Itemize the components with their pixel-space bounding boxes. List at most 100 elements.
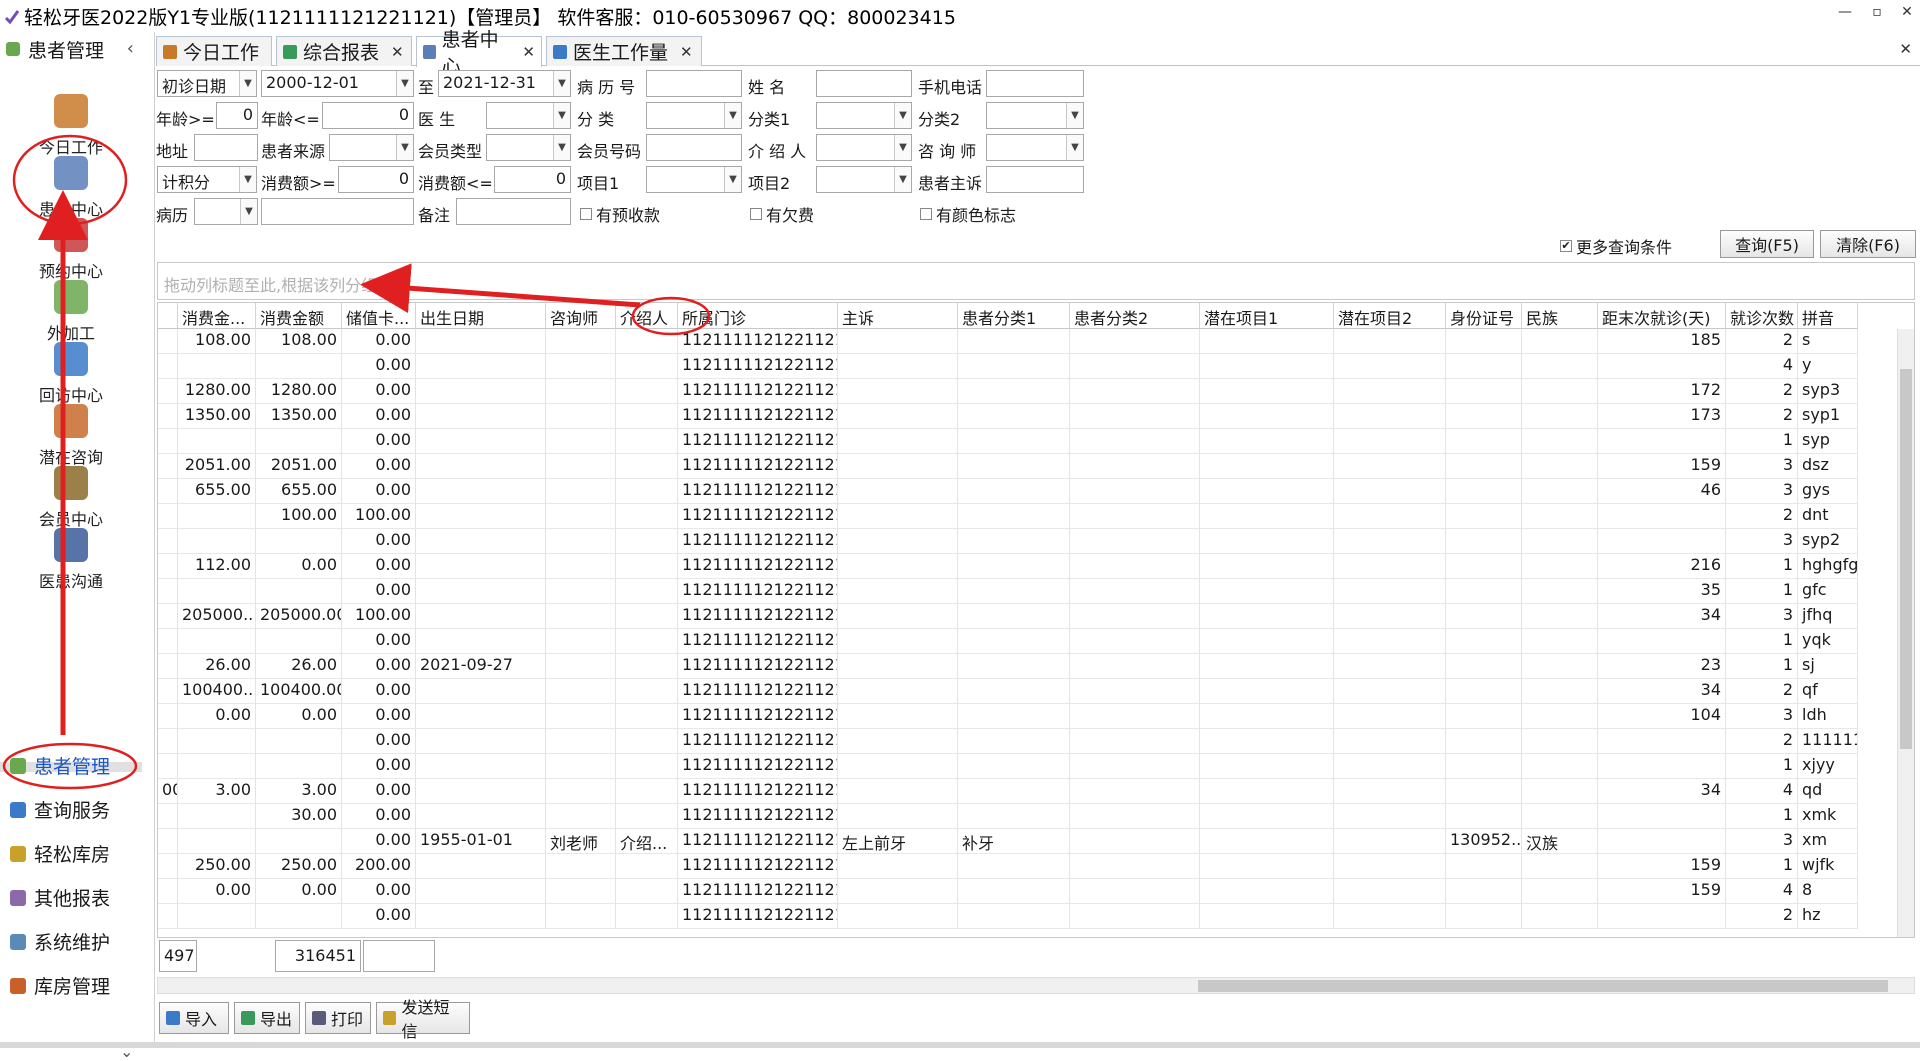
tab[interactable]: 今日工作 xyxy=(156,36,272,66)
bottom-button[interactable]: 发送短信 xyxy=(376,998,470,1041)
history-input[interactable] xyxy=(261,198,414,225)
table-row[interactable]: 112.00 0.00 0.00 1121111121221121 216 1 hghgfg xyxy=(158,554,1858,579)
date-from-picker[interactable]: 2000-12-01 ▼ xyxy=(261,70,414,97)
points-select[interactable]: 计积分 ▼ xyxy=(157,166,257,193)
tab-close-icon[interactable]: ✕ xyxy=(522,43,535,61)
age-max-input[interactable]: 0 xyxy=(322,102,414,129)
age-min-input[interactable]: 0 xyxy=(216,102,258,129)
table-row[interactable]: 30.00 0.00 1121111121221121 1 xmk xyxy=(158,804,1858,829)
table-row[interactable]: 100.00 100.00 1121111121221121 2 dnt xyxy=(158,504,1858,529)
nav-menu-item[interactable]: 患者管理 xyxy=(10,752,110,779)
table-row[interactable]: 108.00 108.00 0.00 1121111121221121 185 2 s xyxy=(158,329,1858,354)
column-header[interactable]: 距末次就诊(天) xyxy=(1598,303,1726,329)
nav-item[interactable]: 今日工作 xyxy=(0,94,142,158)
spend-max-input[interactable]: 0 xyxy=(494,166,571,193)
member-no-input[interactable] xyxy=(646,134,742,161)
table-row[interactable]: 655.00 655.00 0.00 1121111121221121 46 3 gys xyxy=(158,479,1858,504)
group-by-panel[interactable]: 拖动列标题至此,根据该列分组 xyxy=(157,262,1915,300)
nav-item[interactable]: 会员中心 xyxy=(0,466,142,530)
column-header[interactable]: 主诉 xyxy=(838,303,958,329)
color-flag-checkbox[interactable]: 有颜色标志 xyxy=(920,202,1016,226)
close-all-tabs-button[interactable]: ✕ xyxy=(1899,40,1912,58)
nav-collapse-button[interactable]: ‹ xyxy=(127,38,134,59)
nav-menu-item[interactable]: 库房管理 xyxy=(10,972,110,999)
more-conditions-checkbox[interactable]: ✔ 更多查询条件 xyxy=(1560,234,1672,258)
scrollbar-thumb[interactable] xyxy=(1198,980,1888,992)
date-to-picker[interactable]: 2021-12-31 ▼ xyxy=(438,70,571,97)
nav-item[interactable]: 预约中心 xyxy=(0,218,142,282)
table-row[interactable]: 0.00 0.00 0.00 1121111121221121 104 3 ldh xyxy=(158,704,1858,729)
table-row[interactable]: 0.00 1121111121221121 2111111... xyxy=(158,729,1858,754)
remark-input[interactable] xyxy=(456,198,571,225)
nav-item[interactable]: 患者中心 xyxy=(0,156,142,220)
table-row[interactable]: 1350.00 1350.00 0.00 1121111121221121 173 2 sy… xyxy=(158,404,1858,429)
nav-item[interactable]: 潜在咨询 xyxy=(0,404,142,468)
table-row[interactable]: 0.00 1121111121221121 2 hz xyxy=(158,904,1858,929)
history-select[interactable]: ▼ xyxy=(194,198,258,225)
table-row[interactable]: 0.00 1121111121221121 4 y xyxy=(158,354,1858,379)
item2-select[interactable]: ▼ xyxy=(816,166,912,193)
category2-select[interactable]: ▼ xyxy=(986,102,1084,129)
table-row[interactable]: 0.00 1121111121221121 1 syp xyxy=(158,429,1858,454)
column-header[interactable] xyxy=(158,303,178,329)
record-no-input[interactable] xyxy=(646,70,742,97)
name-input[interactable] xyxy=(816,70,912,97)
referrer-select[interactable]: ▼ xyxy=(816,134,912,161)
nav-menu-item[interactable]: 其他报表 xyxy=(10,884,110,911)
tab[interactable]: 患者中心 ✕ xyxy=(416,29,542,78)
table-row[interactable]: 1280.00 1280.00 0.00 1121111121221121 172 2 sy… xyxy=(158,379,1858,404)
table-row[interactable]: 100400... 100400.00 0.00 1121111121221121 34… xyxy=(158,679,1858,704)
date-type-select[interactable]: 初诊日期 ▼ xyxy=(157,70,257,97)
nav-menu-item[interactable]: 轻松库房 xyxy=(10,840,110,867)
bottom-button[interactable]: 导入 xyxy=(159,1002,229,1034)
column-header[interactable]: 潜在项目1 xyxy=(1200,303,1334,329)
column-header[interactable]: 所属门诊 xyxy=(678,303,838,329)
tab-close-icon[interactable]: ✕ xyxy=(680,43,693,61)
restore-button[interactable]: ▫ xyxy=(1862,4,1892,20)
spend-min-input[interactable]: 0 xyxy=(338,166,414,193)
table-row[interactable]: 0.00 0.00 0.00 1121111121221121 159 4 8 xyxy=(158,879,1858,904)
column-header[interactable]: 咨询师 xyxy=(546,303,616,329)
close-window-button[interactable]: ✕ xyxy=(1892,4,1920,20)
table-row[interactable]: 26.00 26.00 0.00 2021-09-27 1121111121221121… xyxy=(158,654,1858,679)
table-row[interactable]: 0.00 1121111121221121 1 xjyy xyxy=(158,754,1858,779)
consultant-select[interactable]: ▼ xyxy=(986,134,1084,161)
phone-input[interactable] xyxy=(986,70,1084,97)
column-header[interactable]: 患者分类1 xyxy=(958,303,1070,329)
column-header[interactable]: 民族 xyxy=(1522,303,1598,329)
query-button[interactable]: 查询(F5) xyxy=(1720,230,1814,258)
doctor-select[interactable]: ▼ xyxy=(486,102,571,129)
column-header[interactable]: 身份证号 xyxy=(1446,303,1522,329)
tab[interactable]: 综合报表 ✕ xyxy=(276,36,412,66)
grid-vertical-scrollbar[interactable] xyxy=(1897,329,1914,937)
category1-select[interactable]: ▼ xyxy=(816,102,912,129)
prepaid-checkbox[interactable]: 有预收款 xyxy=(580,202,660,226)
clear-button[interactable]: 清除(F6) xyxy=(1820,230,1916,258)
nav-item[interactable]: 医患沟通 xyxy=(0,528,142,592)
column-header[interactable]: 储值卡... xyxy=(342,303,416,329)
table-row[interactable]: 2051.00 2051.00 0.00 1121111121221121 159 3 ds… xyxy=(158,454,1858,479)
category-select[interactable]: ▼ xyxy=(646,102,742,129)
table-row[interactable]: 003.003.000.001121111121221121344qd xyxy=(158,779,1858,804)
bottom-button[interactable]: 导出 xyxy=(234,1002,300,1034)
nav-item[interactable]: 外加工 xyxy=(0,280,142,344)
column-header[interactable]: 潜在项目2 xyxy=(1334,303,1446,329)
column-header[interactable]: 出生日期 xyxy=(416,303,546,329)
scrollbar-thumb[interactable] xyxy=(1900,369,1912,749)
table-row[interactable]: 250.00 250.00 200.00 1121111121221121 159 1 wj… xyxy=(158,854,1858,879)
owed-checkbox[interactable]: 有欠费 xyxy=(750,202,814,226)
complaint-input[interactable] xyxy=(986,166,1084,193)
table-row[interactable]: 0.00 1121111121221121 1 yqk xyxy=(158,629,1858,654)
nav-menu-item[interactable]: 查询服务 xyxy=(10,796,110,823)
address-input[interactable] xyxy=(194,134,258,161)
bottom-button[interactable]: 打印 xyxy=(305,1002,371,1034)
source-select[interactable]: ▼ xyxy=(329,134,414,161)
grid-horizontal-scrollbar[interactable] xyxy=(157,977,1915,994)
item1-select[interactable]: ▼ xyxy=(646,166,742,193)
table-row[interactable]: 205000... 205000.00 100.00 1121111121221121… xyxy=(158,604,1858,629)
column-header[interactable]: 拼音 xyxy=(1798,303,1858,329)
tab-close-icon[interactable]: ✕ xyxy=(391,43,404,61)
tab[interactable]: 医生工作量 ✕ xyxy=(546,36,702,66)
column-header[interactable]: 患者分类2 xyxy=(1070,303,1200,329)
column-header[interactable]: 就诊次数 xyxy=(1726,303,1798,329)
